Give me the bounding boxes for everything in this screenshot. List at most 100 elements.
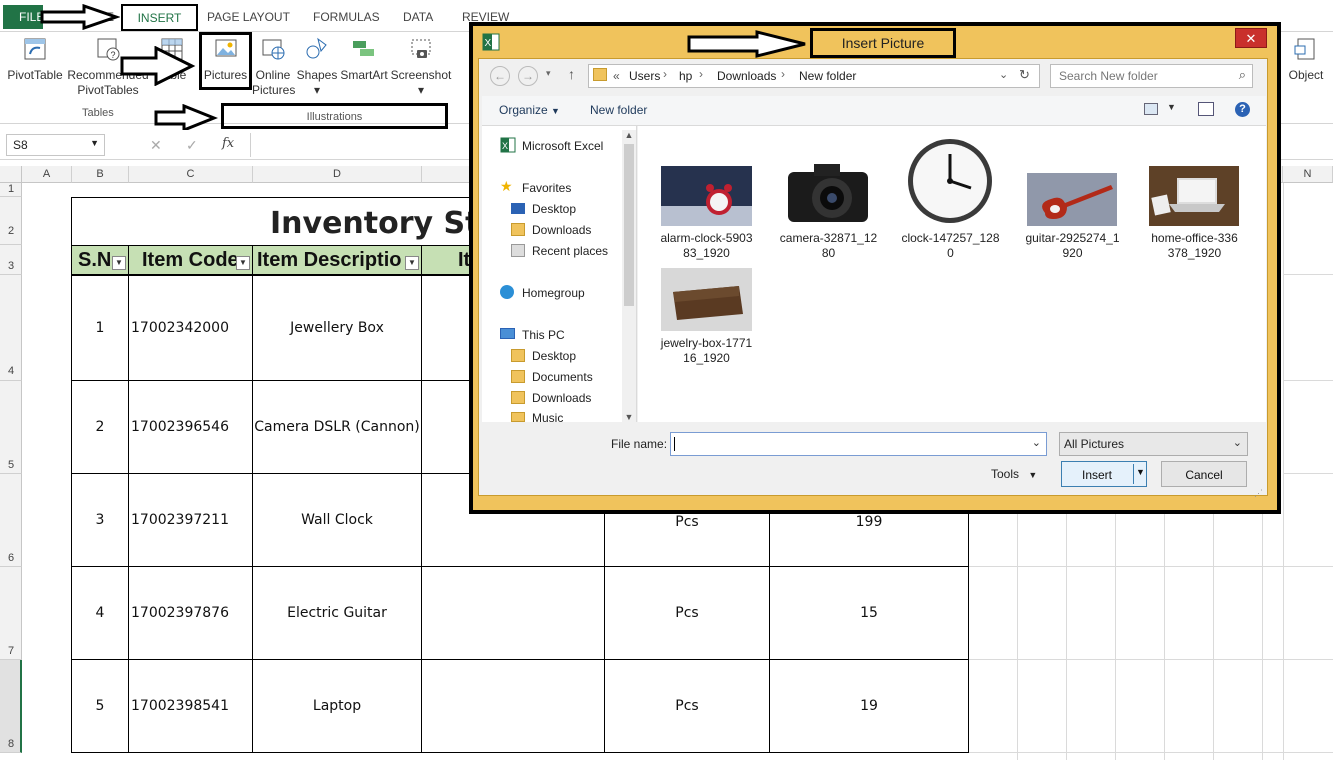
nav-music[interactable]: Music [532, 411, 563, 422]
insert-dropdown-icon[interactable]: ▼ [1136, 467, 1145, 477]
column-header-b[interactable]: B [72, 166, 129, 183]
file-thumbnail-home-office[interactable] [1149, 166, 1239, 226]
tab-insert[interactable]: INSERT [121, 4, 198, 31]
cell-sn[interactable]: 3 [71, 473, 129, 567]
forward-icon[interactable]: → [518, 66, 538, 86]
enter-formula-icon[interactable]: ✓ [186, 137, 198, 154]
row-header-5[interactable]: 5 [0, 381, 22, 474]
select-all-corner[interactable] [0, 166, 22, 183]
row-header-6[interactable]: 6 [0, 474, 22, 567]
smartart-button[interactable]: SmartArt [338, 36, 390, 83]
insert-button[interactable]: Insert ▼ [1061, 461, 1147, 487]
insert-function-icon[interactable]: fx [222, 136, 234, 151]
file-thumbnail-jewelry-box[interactable] [661, 268, 752, 331]
breadcrumb-new-folder[interactable]: New folder [799, 69, 856, 83]
help-icon[interactable]: ? [1235, 102, 1250, 117]
breadcrumb-hp[interactable]: hp [679, 69, 692, 83]
cell-item-code[interactable]: 17002396546 [128, 380, 253, 474]
breadcrumb-users[interactable]: Users [629, 69, 660, 83]
nav-downloads[interactable]: Downloads [532, 223, 591, 237]
cell-item-code[interactable]: 17002342000 [128, 275, 253, 381]
cell-description[interactable]: Jewellery Box [252, 275, 422, 381]
row-header-1[interactable]: 1 [0, 183, 22, 197]
header-item-code[interactable]: Item Code ▼ [128, 245, 253, 275]
file-thumbnail-clock[interactable] [905, 136, 995, 226]
cell-unit[interactable]: Pcs [604, 566, 770, 660]
file-name-dropdown-icon[interactable]: ⌄ [1032, 436, 1041, 449]
up-icon[interactable]: ↑ [568, 66, 575, 82]
resize-grip-icon[interactable]: ⋰ [1254, 488, 1263, 499]
column-header-n[interactable]: N [1283, 166, 1333, 183]
cell-description[interactable]: Electric Guitar [252, 566, 422, 660]
cancel-formula-icon[interactable]: ✕ [150, 137, 162, 154]
cell-sn[interactable]: 5 [71, 659, 129, 753]
cell-item-code[interactable]: 17002397211 [128, 473, 253, 567]
view-dropdown-icon[interactable]: ▼ [1167, 102, 1176, 112]
file-label-camera[interactable]: camera-32871_12 80 [772, 231, 885, 261]
row-header-4[interactable]: 4 [0, 275, 22, 381]
cell-item[interactable] [421, 380, 471, 474]
file-label-clock[interactable]: clock-147257_128 0 [894, 231, 1007, 261]
row-header-3[interactable]: 3 [0, 245, 22, 275]
tab-formulas[interactable]: FORMULAS [313, 10, 380, 24]
filter-dropdown-icon[interactable]: ▼ [405, 256, 419, 270]
nav-homegroup[interactable]: Homegroup [522, 286, 585, 300]
header-sn[interactable]: S.N ▼ [71, 245, 129, 275]
tab-data[interactable]: DATA [403, 10, 433, 24]
cell-item-code[interactable]: 17002397876 [128, 566, 253, 660]
tools-button[interactable]: Tools ▼ [991, 467, 1037, 481]
online-pictures-button[interactable]: Online Pictures [252, 36, 295, 98]
cell-item[interactable] [421, 275, 471, 381]
filter-dropdown-icon[interactable]: ▼ [112, 256, 126, 270]
cell-sn[interactable]: 2 [71, 380, 129, 474]
column-header-e[interactable] [422, 166, 470, 183]
column-header-c[interactable]: C [129, 166, 253, 183]
cell-description[interactable]: Laptop [252, 659, 422, 753]
nav-this-pc[interactable]: This PC [522, 328, 565, 342]
row-header-2[interactable]: 2 [0, 197, 22, 245]
cell-item[interactable] [421, 659, 605, 753]
header-item-description[interactable]: Item Descriptio ▼ [252, 245, 422, 275]
title-cell[interactable]: Inventory Sto [71, 197, 500, 245]
file-thumbnail-alarm-clock[interactable] [661, 166, 752, 226]
cell-sn[interactable]: 4 [71, 566, 129, 660]
object-button[interactable]: Object [1284, 36, 1328, 83]
file-name-input[interactable]: ⌄ [670, 432, 1047, 456]
search-box[interactable]: Search New folder ⌕ [1050, 64, 1253, 88]
cell-unit[interactable]: Pcs [604, 659, 770, 753]
nav-documents[interactable]: Documents [532, 370, 593, 384]
header-item-partial[interactable]: It [421, 245, 471, 275]
nav-pc-desktop[interactable]: Desktop [532, 349, 576, 363]
file-thumbnail-guitar[interactable] [1027, 173, 1117, 226]
tab-file[interactable]: FILE [3, 5, 44, 29]
breadcrumb-downloads[interactable]: Downloads [717, 69, 776, 83]
nav-recent-places[interactable]: Recent places [532, 244, 608, 258]
cell-qty[interactable]: 19 [769, 659, 969, 753]
file-label-home-office[interactable]: home-office-336 378_1920 [1138, 231, 1251, 261]
column-header-d[interactable]: D [253, 166, 422, 183]
tab-page-layout[interactable]: PAGE LAYOUT [207, 10, 290, 24]
screenshot-button[interactable]: Screenshot ▾ [390, 36, 452, 98]
pictures-button[interactable]: Pictures [201, 36, 250, 83]
column-header-a[interactable]: A [22, 166, 72, 183]
cell-sn[interactable]: 1 [71, 275, 129, 381]
name-box[interactable]: S8 ▼ [6, 134, 105, 156]
preview-pane-icon[interactable] [1198, 102, 1214, 116]
organize-button[interactable]: Organize ▼ [499, 103, 560, 117]
row-header-7[interactable]: 7 [0, 567, 22, 660]
file-label-alarm-clock[interactable]: alarm-clock-5903 83_1920 [650, 231, 763, 261]
nav-favorites[interactable]: Favorites [522, 181, 571, 195]
nav-desktop[interactable]: Desktop [532, 202, 576, 216]
nav-pc-downloads[interactable]: Downloads [532, 391, 591, 405]
dialog-close-button[interactable]: ✕ [1235, 28, 1267, 48]
file-type-select[interactable]: All Pictures ⌄ [1059, 432, 1248, 456]
nav-scrollbar[interactable]: ▲ ▼ [622, 130, 636, 422]
refresh-icon[interactable]: ↻ [1019, 67, 1030, 83]
file-label-guitar[interactable]: guitar-2925274_1 920 [1016, 231, 1129, 261]
file-thumbnail-camera[interactable] [784, 158, 873, 226]
cell-description[interactable]: Camera DSLR (Cannon) [252, 380, 422, 474]
row-header-8[interactable]: 8 [0, 660, 22, 753]
file-label-jewelry-box[interactable]: jewelry-box-1771 16_1920 [650, 336, 763, 366]
nav-microsoft-excel[interactable]: Microsoft Excel [522, 139, 603, 153]
cancel-button[interactable]: Cancel [1161, 461, 1247, 487]
